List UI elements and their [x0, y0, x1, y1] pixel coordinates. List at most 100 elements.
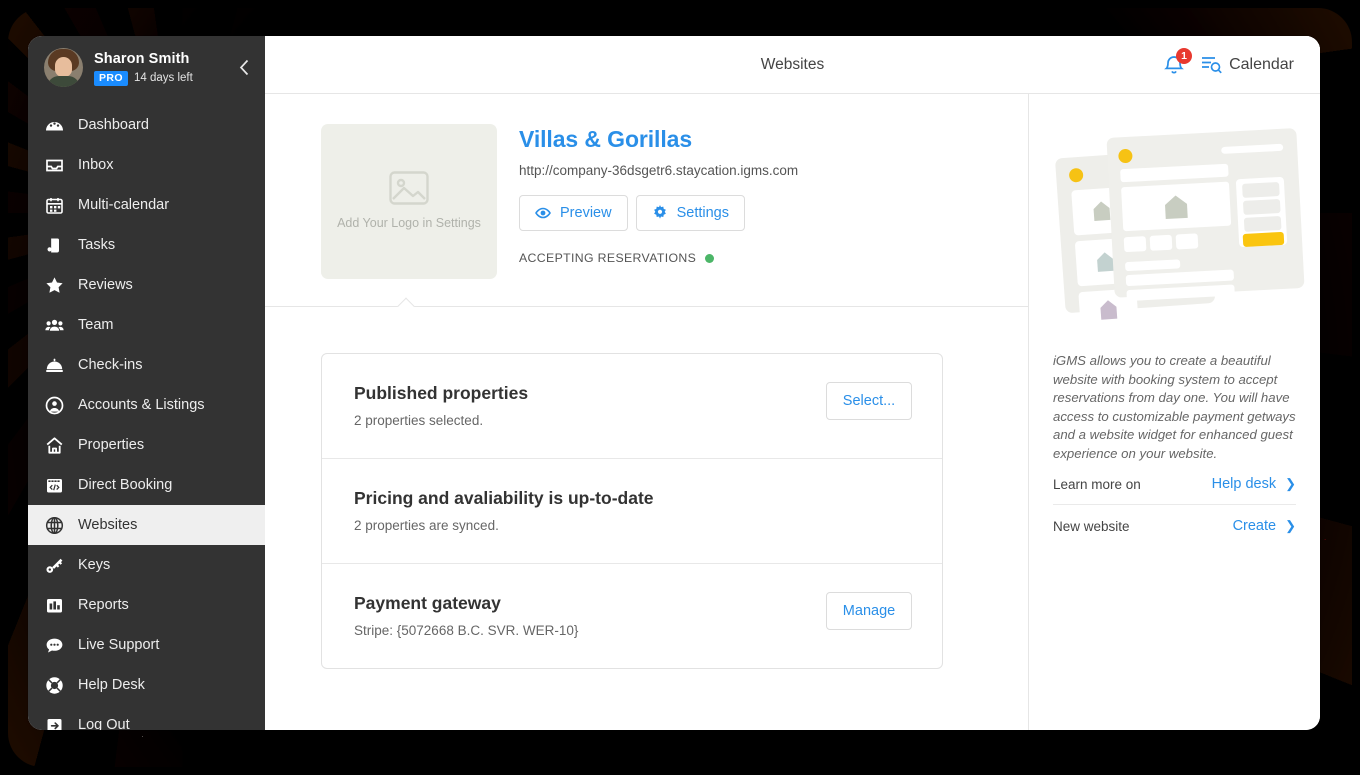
settings-card-row: Payment gateway Stripe: {5072668 B.C. SVR…: [322, 564, 942, 668]
settings-card-row: Published properties 2 properties selecte…: [322, 354, 942, 459]
pro-badge: PRO: [94, 70, 128, 86]
home-icon: [44, 435, 65, 456]
card-text: Published properties 2 properties selecte…: [354, 382, 826, 428]
topbar: Websites 1 Calendar: [265, 36, 1320, 94]
sidebar-nav: Dashboard Inbox Multi-calendar Tasks Reviews…: [28, 105, 265, 730]
rail-link-label: Learn more on: [1053, 476, 1141, 492]
sidebar-item-label: Log Out: [78, 716, 130, 731]
content-area: Websites 1 Calendar Add Your Logo in Set…: [265, 36, 1320, 730]
rail-links: Learn more on Help desk ❯ New website Create…: [1053, 463, 1296, 546]
page-title: Websites: [760, 55, 825, 73]
card-action-button[interactable]: Select...: [826, 382, 912, 420]
sidebar-item-live-support[interactable]: Live Support: [28, 625, 265, 665]
sidebar-item-label: Keys: [78, 556, 111, 573]
settings-button[interactable]: Settings: [635, 195, 745, 231]
calendar-icon: [44, 195, 65, 216]
rail-link-action[interactable]: Help desk ❯: [1212, 476, 1296, 492]
chevron-right-icon: ❯: [1285, 476, 1296, 491]
inbox-icon: [44, 155, 65, 176]
sidebar-item-label: Properties: [78, 436, 145, 453]
calendar-button[interactable]: Calendar: [1201, 55, 1294, 74]
collapse-sidebar-button[interactable]: [233, 53, 255, 83]
settings-label: Settings: [676, 205, 729, 221]
key-icon: [44, 555, 65, 576]
body-split: Add Your Logo in Settings Villas & Goril…: [265, 94, 1320, 730]
sidebar-item-label: Dashboard: [78, 116, 149, 133]
list-search-icon: [1202, 57, 1222, 74]
preview-button[interactable]: Preview: [519, 195, 628, 231]
sidebar-item-label: Reports: [78, 596, 129, 613]
bar-chart-icon: [44, 595, 65, 616]
sidebar-item-check-ins[interactable]: Check-ins: [28, 345, 265, 385]
info-rail: iGMS allows you to create a beautiful we…: [1028, 94, 1320, 730]
websites-illustration: [1055, 128, 1305, 332]
sidebar-item-log-out[interactable]: Log Out: [28, 705, 265, 730]
card-subtitle: 2 properties selected.: [354, 413, 484, 428]
application-window: Sharon Smith PRO 14 days left Dashboard I…: [28, 36, 1320, 730]
main-column: Add Your Logo in Settings Villas & Goril…: [265, 94, 1028, 730]
rail-description: iGMS allows you to create a beautiful we…: [1053, 353, 1296, 461]
rail-link-row: Learn more on Help desk ❯: [1053, 463, 1296, 505]
sidebar-item-direct-booking[interactable]: Direct Booking: [28, 465, 265, 505]
sidebar-item-keys[interactable]: Keys: [28, 545, 265, 585]
sidebar-item-label: Tasks: [78, 236, 116, 253]
rail-link-label: New website: [1053, 518, 1130, 534]
card-title: Published properties: [354, 383, 529, 403]
account-circle-icon: [44, 395, 65, 416]
site-name: Villas & Gorillas: [519, 126, 693, 152]
sidebar-item-reports[interactable]: Reports: [28, 585, 265, 625]
profile-header[interactable]: Sharon Smith PRO 14 days left: [28, 36, 265, 101]
rail-link-action-label: Create: [1232, 518, 1277, 534]
sidebar-item-reviews[interactable]: Reviews: [28, 265, 265, 305]
sidebar-item-label: Accounts & Listings: [78, 396, 205, 413]
sidebar-item-label: Help Desk: [78, 676, 145, 693]
status-label: ACCEPTING RESERVATIONS: [519, 251, 697, 265]
sidebar-item-dashboard[interactable]: Dashboard: [28, 105, 265, 145]
code-window-icon: [44, 475, 65, 496]
eye-icon: [535, 207, 551, 219]
sidebar-item-tasks[interactable]: Tasks: [28, 225, 265, 265]
sidebar-item-label: Team: [78, 316, 114, 333]
avatar: [44, 48, 83, 87]
logo-placeholder[interactable]: Add Your Logo in Settings: [321, 124, 497, 279]
dashboard-icon: [44, 115, 65, 136]
card-subtitle: Stripe: {5072668 B.C. SVR. WER-10}: [354, 623, 579, 638]
sidebar-item-inbox[interactable]: Inbox: [28, 145, 265, 185]
star-icon: [44, 275, 65, 296]
lifebuoy-icon: [44, 675, 65, 696]
sidebar-item-label: Reviews: [78, 276, 133, 293]
calendar-label: Calendar: [1229, 55, 1294, 73]
rail-link-action-label: Help desk: [1211, 476, 1277, 492]
rail-link-action[interactable]: Create ❯: [1233, 518, 1296, 534]
preview-label: Preview: [560, 205, 612, 221]
sidebar-item-help-desk[interactable]: Help Desk: [28, 665, 265, 705]
sidebar-item-label: Multi-calendar: [78, 196, 170, 213]
card-text: Pricing and avaliability is up-to-date 2 …: [354, 487, 912, 533]
chevron-right-icon: ❯: [1285, 518, 1296, 533]
bell-desk-icon: [44, 355, 65, 376]
globe-icon: [44, 515, 65, 536]
site-summary: Add Your Logo in Settings Villas & Goril…: [265, 94, 1028, 307]
logo-placeholder-text: Add Your Logo in Settings: [337, 216, 481, 230]
status-dot-icon: [705, 253, 715, 263]
tasks-icon: [44, 235, 65, 256]
sidebar-item-label: Check-ins: [78, 356, 143, 373]
logout-icon: [44, 715, 65, 730]
team-icon: [44, 315, 65, 336]
sidebar-item-team[interactable]: Team: [28, 305, 265, 345]
sidebar-item-websites[interactable]: Websites: [28, 505, 265, 545]
sidebar-item-label: Direct Booking: [78, 476, 173, 493]
trial-days-left: 14 days left: [133, 72, 193, 84]
image-placeholder-icon: [389, 171, 429, 205]
settings-card-row: Pricing and avaliability is up-to-date 2 …: [322, 459, 942, 564]
site-url: http://company-36dsgetr6.staycation.igms…: [519, 163, 799, 178]
chevron-left-icon: [239, 59, 248, 76]
sidebar-item-label: Websites: [78, 516, 138, 533]
sidebar-item-properties[interactable]: Properties: [28, 425, 265, 465]
card-subtitle: 2 properties are synced.: [354, 518, 499, 533]
gear-icon: [653, 205, 666, 219]
notifications-button[interactable]: 1: [1163, 48, 1193, 76]
card-action-button[interactable]: Manage: [826, 592, 912, 630]
sidebar-item-multi-calendar[interactable]: Multi-calendar: [28, 185, 265, 225]
sidebar-item-accounts-listings[interactable]: Accounts & Listings: [28, 385, 265, 425]
